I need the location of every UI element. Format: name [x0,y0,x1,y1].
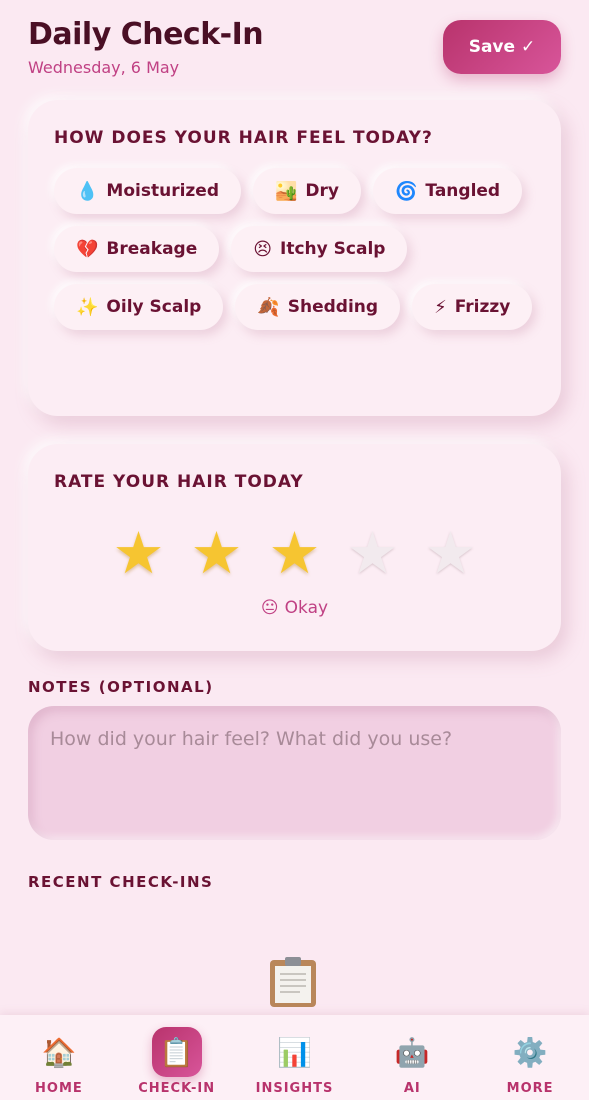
hair-feel-options: 💧 Moisturized 🏜️ Dry 🌀 Tangled 💔 Breakage 😣 I… [54,168,534,330]
chip-shedding[interactable]: 🍂 Shedding [235,284,401,330]
chip-itchy-scalp[interactable]: 😣 Itchy Scalp [231,226,408,272]
star-4[interactable]: ★ [347,522,399,584]
tab-label: INSIGHTS [255,1081,334,1096]
tab-label: AI [403,1081,421,1096]
rating-text: Okay [284,598,329,618]
tab-insights[interactable]: 📊 INSIGHTS [236,1015,354,1100]
chip-label: Dry [305,181,339,201]
hair-rating-heading: RATE YOUR HAIR TODAY [54,472,304,492]
chip-tangled[interactable]: 🌀 Tangled [373,168,523,214]
chip-oily-scalp[interactable]: ✨ Oily Scalp [54,284,224,330]
star-5[interactable]: ★ [425,522,477,584]
bar-chart-icon: 📊 [277,1035,312,1069]
tab-check-in[interactable]: 📋 CHECK-IN [118,1015,236,1100]
chip-label: Shedding [287,297,379,317]
chip-label: Moisturized [106,181,219,201]
tab-home[interactable]: 🏠 HOME [0,1015,118,1100]
clipboard-icon: 📋 [151,1027,202,1077]
robot-icon: 🤖 [394,1035,430,1069]
chip-dry[interactable]: 🏜️ Dry [253,168,361,214]
checkmark-icon: ✓ [521,37,536,57]
header: Daily Check-In Wednesday, 6 May Save ✓ [28,16,561,86]
notes-label: NOTES (OPTIONAL) [28,678,214,696]
star-1[interactable]: ★ [113,522,165,584]
chip-moisturized[interactable]: 💧 Moisturized [54,168,241,214]
star-3[interactable]: ★ [269,522,321,584]
droplet-icon: 💧 [76,180,99,202]
rating-label: 😐 Okay [54,598,535,618]
star-2[interactable]: ★ [191,522,243,584]
tab-ai[interactable]: 🤖 AI [353,1015,471,1100]
bottom-tab-bar: 🏠 HOME 📋 CHECK-IN 📊 INSIGHTS 🤖 AI ⚙️ MOR… [0,1015,589,1100]
desert-icon: 🏜️ [275,180,298,202]
tab-more[interactable]: ⚙️ MORE [471,1015,589,1100]
cyclone-icon: 🌀 [395,180,418,202]
hair-feel-card: HOW DOES YOUR HAIR FEEL TODAY? 💧 Moisturi… [28,100,561,416]
chip-label: Frizzy [454,297,511,317]
chip-label: Tangled [425,181,501,201]
star-rating: ★ ★ ★ ★ ★ [54,522,535,584]
recent-checkins-label: RECENT CHECK-INS [28,873,214,891]
save-button-label: Save [468,37,516,57]
hair-feel-heading: HOW DOES YOUR HAIR FEEL TODAY? [54,128,433,148]
fallen-leaf-icon: 🍂 [257,296,280,318]
persevering-face-icon: 😣 [253,238,273,260]
neutral-face-icon: 😐 [260,598,279,618]
tab-label: CHECK-IN [138,1081,216,1096]
broken-heart-icon: 💔 [76,238,99,260]
tab-label: MORE [506,1081,554,1096]
hair-rating-card: RATE YOUR HAIR TODAY ★ ★ ★ ★ ★ 😐 Okay [28,444,561,651]
clipboard-icon [268,956,318,1008]
chip-label: Oily Scalp [106,297,202,317]
lightning-icon: ⚡ [434,296,447,318]
chip-label: Breakage [106,239,198,259]
chip-label: Itchy Scalp [280,239,386,259]
sparkles-icon: ✨ [76,296,99,318]
chip-frizzy[interactable]: ⚡ Frizzy [412,284,533,330]
gear-icon: ⚙️ [512,1035,548,1069]
house-icon: 🏠 [41,1035,77,1069]
save-button[interactable]: Save ✓ [443,20,561,74]
tab-label: HOME [35,1081,83,1096]
notes-input[interactable] [28,706,561,840]
chip-breakage[interactable]: 💔 Breakage [54,226,220,272]
